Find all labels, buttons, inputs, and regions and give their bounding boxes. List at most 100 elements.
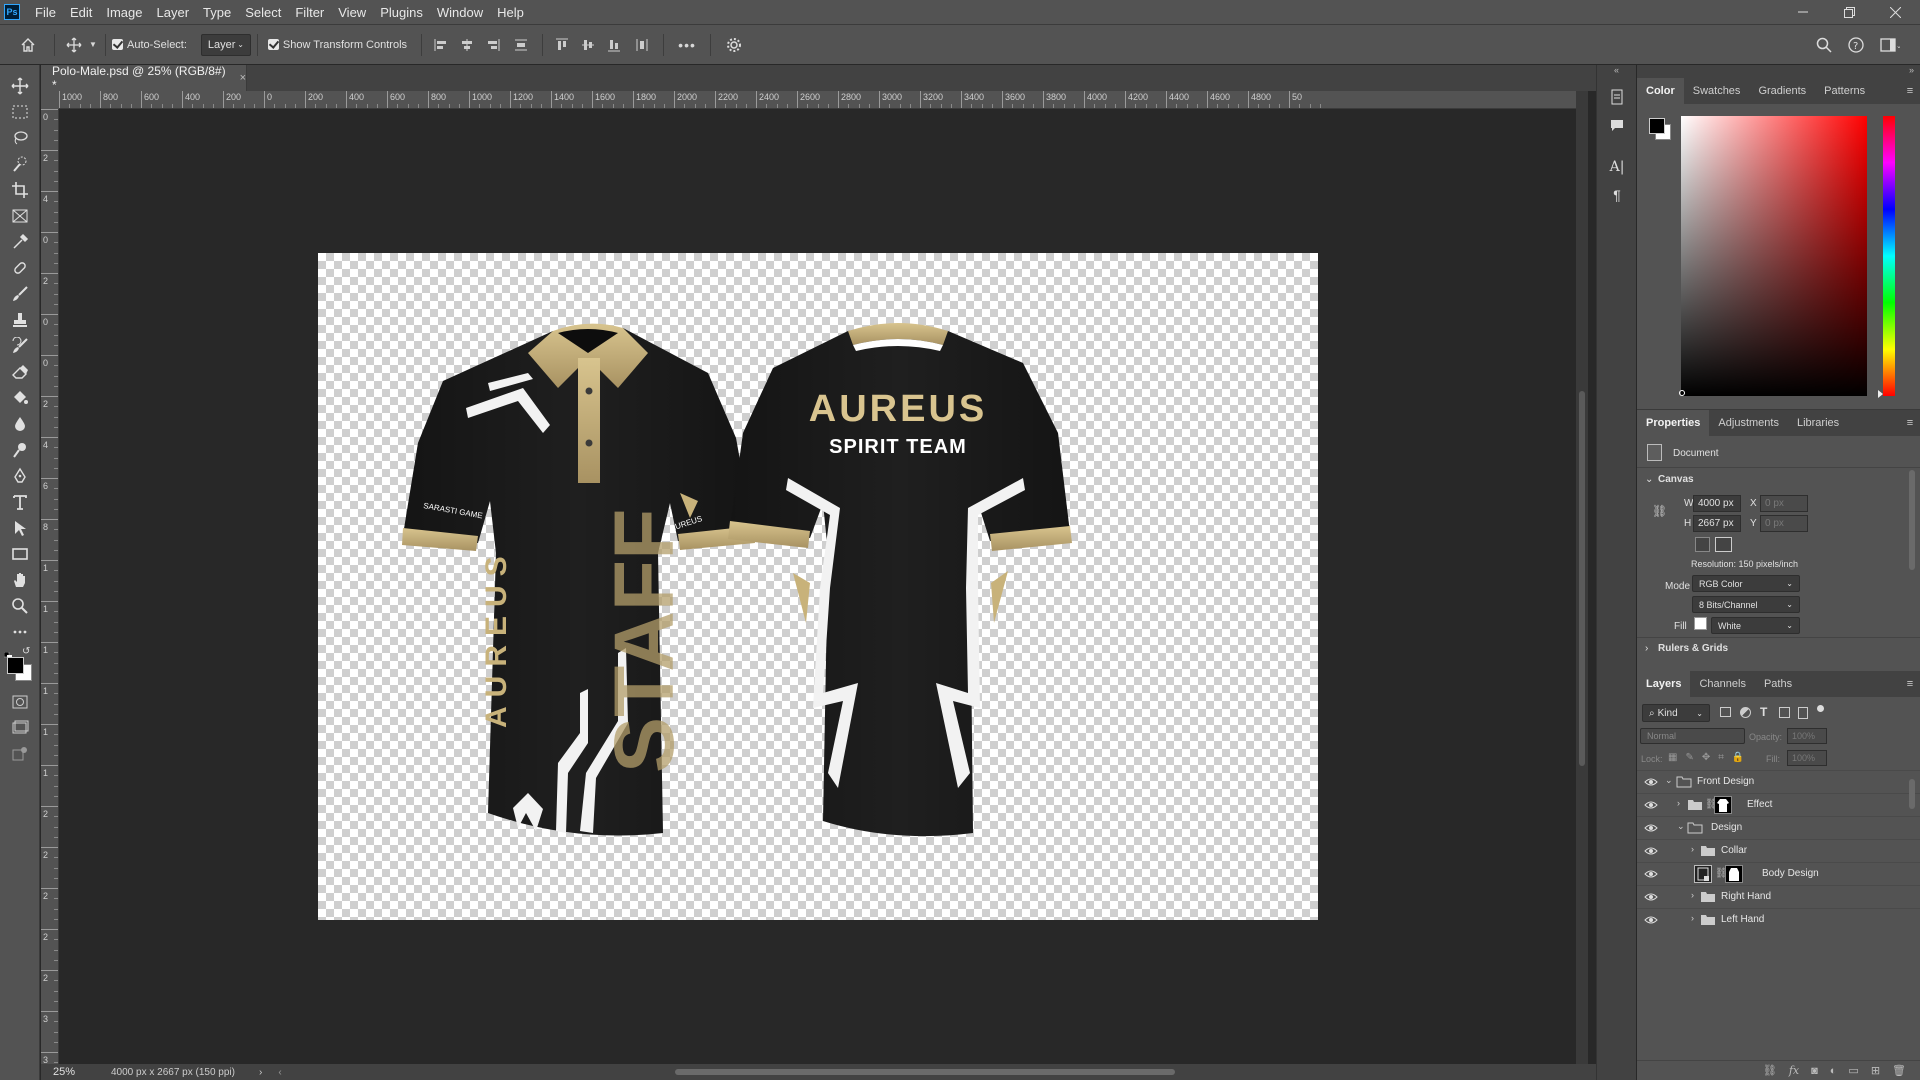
- status-chevron-icon[interactable]: ›: [259, 1067, 262, 1078]
- tab-layers[interactable]: Layers: [1637, 671, 1691, 697]
- filter-adjustment-icon[interactable]: [1740, 707, 1751, 718]
- expand-chevron-icon[interactable]: ›: [1677, 798, 1680, 808]
- tab-gradients[interactable]: Gradients: [1749, 78, 1815, 104]
- comments-panel-icon[interactable]: [1597, 111, 1637, 139]
- align-top-icon[interactable]: [549, 38, 575, 52]
- edit-toolbar-button[interactable]: [0, 619, 40, 645]
- link-layers-icon[interactable]: ⛓: [1763, 1064, 1777, 1077]
- new-layer-icon[interactable]: ⊞: [1871, 1064, 1880, 1077]
- tab-color[interactable]: Color: [1637, 78, 1684, 104]
- align-left-icon[interactable]: [428, 38, 454, 52]
- layer-mask-thumbnail[interactable]: [1714, 796, 1732, 814]
- fill-color-swatch[interactable]: [1694, 617, 1707, 630]
- home-icon[interactable]: [8, 37, 48, 53]
- pen-tool[interactable]: [0, 463, 40, 489]
- tab-channels[interactable]: Channels: [1690, 671, 1754, 697]
- scroll-left-icon[interactable]: ‹: [278, 1067, 281, 1078]
- portrait-orientation-icon[interactable]: [1695, 537, 1710, 552]
- fill-dropdown[interactable]: White ⌄: [1711, 617, 1800, 634]
- add-mask-icon[interactable]: ◙: [1811, 1065, 1818, 1077]
- height-input[interactable]: 2667 px: [1693, 515, 1741, 532]
- canvas-area[interactable]: STAFF AUREUS SARASTI GAME AUREUS AUREUS …: [59, 109, 1576, 1064]
- layer-mask-thumbnail[interactable]: [1725, 865, 1743, 883]
- help-icon[interactable]: ?: [1848, 37, 1864, 53]
- visibility-eye-icon[interactable]: [1644, 822, 1658, 834]
- menu-select[interactable]: Select: [240, 5, 290, 20]
- expand-chevron-icon[interactable]: ›: [1691, 913, 1694, 923]
- tab-libraries[interactable]: Libraries: [1788, 410, 1848, 436]
- filter-pixel-icon[interactable]: [1720, 707, 1731, 717]
- align-middle-icon[interactable]: [575, 38, 601, 52]
- color-picker-marker[interactable]: [1679, 390, 1685, 396]
- tab-patterns[interactable]: Patterns: [1815, 78, 1874, 104]
- filter-toggle-icon[interactable]: [1817, 705, 1824, 712]
- minimize-icon[interactable]: [1780, 0, 1826, 24]
- zoom-tool[interactable]: [0, 593, 40, 619]
- vertical-ruler[interactable]: 0240200246811111122222333: [41, 109, 59, 1064]
- distribute-vertical-icon[interactable]: [506, 38, 536, 52]
- dodge-tool[interactable]: [0, 437, 40, 463]
- link-dimensions-icon[interactable]: ⛓: [1652, 504, 1667, 518]
- layer-row-design[interactable]: ⌄ Design: [1637, 816, 1920, 839]
- align-bottom-icon[interactable]: [601, 38, 627, 52]
- paint-bucket-tool[interactable]: [0, 385, 40, 411]
- filter-smart-object-icon[interactable]: [1798, 707, 1808, 719]
- expand-chevron-icon[interactable]: ›: [1691, 890, 1694, 900]
- vertical-scrollbar[interactable]: [1576, 91, 1588, 1064]
- tab-paths[interactable]: Paths: [1755, 671, 1801, 697]
- mode-dropdown[interactable]: RGB Color ⌄: [1692, 575, 1800, 592]
- type-tool[interactable]: [0, 489, 40, 515]
- bit-depth-dropdown[interactable]: 8 Bits/Channel ⌄: [1692, 596, 1800, 613]
- visibility-eye-icon[interactable]: [1644, 891, 1658, 903]
- search-icon[interactable]: [1816, 37, 1832, 53]
- zoom-level[interactable]: 25%: [53, 1066, 89, 1078]
- layer-row-front-design[interactable]: ⌄ Front Design: [1637, 770, 1920, 793]
- visibility-eye-icon[interactable]: [1644, 845, 1658, 857]
- move-tool-icon[interactable]: [61, 37, 87, 53]
- tab-properties[interactable]: Properties: [1637, 410, 1710, 436]
- menu-plugins[interactable]: Plugins: [375, 5, 432, 20]
- x-input[interactable]: 0 px: [1760, 495, 1808, 512]
- menu-edit[interactable]: Edit: [65, 5, 101, 20]
- rectangle-tool[interactable]: [0, 541, 40, 567]
- panels-collapse-icon[interactable]: »: [1637, 65, 1920, 78]
- document-tab[interactable]: Polo-Male.psd @ 25% (RGB/8#) * ×: [41, 64, 247, 92]
- menu-file[interactable]: File: [30, 5, 65, 20]
- layer-filter-dropdown[interactable]: ⌕ Kind ⌄: [1642, 704, 1710, 722]
- lock-options-icons[interactable]: ▦✎✥⌗🔒: [1668, 752, 1752, 763]
- path-selection-tool[interactable]: [0, 515, 40, 541]
- character-panel-icon[interactable]: A|: [1597, 153, 1637, 181]
- show-transform-checkbox[interactable]: Show Transform Controls: [267, 39, 407, 51]
- close-window-icon[interactable]: [1872, 0, 1918, 24]
- hand-tool[interactable]: [0, 567, 40, 593]
- width-input[interactable]: 4000 px: [1693, 495, 1741, 512]
- lasso-tool[interactable]: [0, 125, 40, 151]
- quick-selection-tool[interactable]: [0, 151, 40, 177]
- expand-chevron-icon[interactable]: ⌄: [1665, 775, 1673, 786]
- ruler-origin[interactable]: [41, 91, 59, 109]
- rulers-section-chevron-icon[interactable]: ›: [1645, 643, 1648, 654]
- quick-mask-button[interactable]: [0, 689, 40, 715]
- collapse-strip-icon[interactable]: «: [1597, 65, 1636, 83]
- clone-stamp-tool[interactable]: [0, 307, 40, 333]
- properties-scroll-thumb[interactable]: [1909, 470, 1915, 570]
- tab-adjustments[interactable]: Adjustments: [1709, 410, 1788, 436]
- vertical-scroll-thumb[interactable]: [1579, 391, 1585, 766]
- layer-style-fx-icon[interactable]: fx: [1789, 1064, 1799, 1077]
- marquee-tool[interactable]: [0, 99, 40, 125]
- close-tab-icon[interactable]: ×: [240, 72, 246, 84]
- menu-view[interactable]: View: [333, 5, 375, 20]
- document-canvas[interactable]: STAFF AUREUS SARASTI GAME AUREUS AUREUS …: [318, 253, 1318, 920]
- horizontal-scroll-thumb[interactable]: [675, 1069, 1175, 1075]
- layer-thumbnail[interactable]: [1694, 865, 1712, 883]
- workspace-icon[interactable]: ⌄: [1880, 37, 1900, 53]
- layer-row-effect[interactable]: › ⛓ Effect: [1637, 793, 1920, 816]
- horizontal-scrollbar[interactable]: [290, 1064, 1576, 1080]
- brush-tool[interactable]: [0, 281, 40, 307]
- color-panel-menu-icon[interactable]: ≡: [1900, 78, 1920, 104]
- frame-tool[interactable]: [0, 203, 40, 229]
- menu-type[interactable]: Type: [198, 5, 240, 20]
- layer-fill-input[interactable]: 100%: [1787, 750, 1827, 766]
- visibility-eye-icon[interactable]: [1644, 776, 1658, 788]
- hue-slider[interactable]: [1883, 116, 1895, 396]
